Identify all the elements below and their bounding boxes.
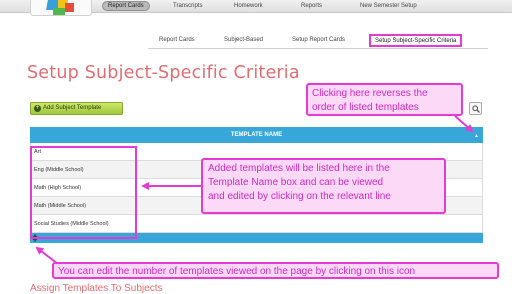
list-annotation-line: Template Name box and can be viewed [208,177,384,188]
list-annotation: Added templates will be listed here in t… [201,158,446,214]
sort-annotation-line: order of listed templates [312,102,419,113]
sort-arrow-icon[interactable]: ▲ [474,128,479,144]
nav-transcripts[interactable]: Transcripts [173,1,202,11]
nav-reports[interactable]: Reports [301,1,322,11]
top-bar: Report Cards Transcripts Homework Report… [0,0,512,16]
nav-new-semester-setup[interactable]: New Semester Setup [360,1,417,11]
app-logo[interactable] [30,0,92,16]
plus-icon: + [34,105,41,112]
list-annotation-line: Added templates will be listed here in t… [208,163,390,174]
subnav-divider [148,48,488,49]
sort-annotation: Clicking here reverses the order of list… [306,83,463,116]
rows-highlight [30,146,137,239]
add-button-label: Add Subject Template [43,105,102,111]
tab-subject-based[interactable]: Subject-Based [224,37,263,43]
nav-report-cards[interactable]: Report Cards [102,1,150,11]
pager-annotation-text: You can edit the number of templates vie… [58,266,416,277]
section-heading: Assign Templates To Subjects [30,283,163,294]
search-icon [472,105,480,113]
nav-homework[interactable]: Homework [234,1,263,11]
tab-setup-subject-specific-criteria[interactable]: Setup Subject-Specific Criteria [369,34,463,47]
sub-nav: Report Cards Subject-Based Setup Report … [0,33,512,49]
list-annotation-line: and edited by clicking on the relevant l… [208,191,391,202]
tab-report-cards[interactable]: Report Cards [159,37,195,43]
pager-annotation: You can edit the number of templates vie… [52,262,499,279]
page-title: Setup Subject-Specific Criteria [27,63,300,83]
template-name-header: TEMPLATE NAME [230,132,283,138]
table-header[interactable]: TEMPLATE NAME ▲ [30,127,483,143]
add-subject-template-button[interactable]: + Add Subject Template [30,102,123,115]
tab-setup-report-cards[interactable]: Setup Report Cards [292,37,345,43]
sort-annotation-line: Clicking here reverses the [312,88,428,99]
search-button[interactable] [469,102,482,115]
